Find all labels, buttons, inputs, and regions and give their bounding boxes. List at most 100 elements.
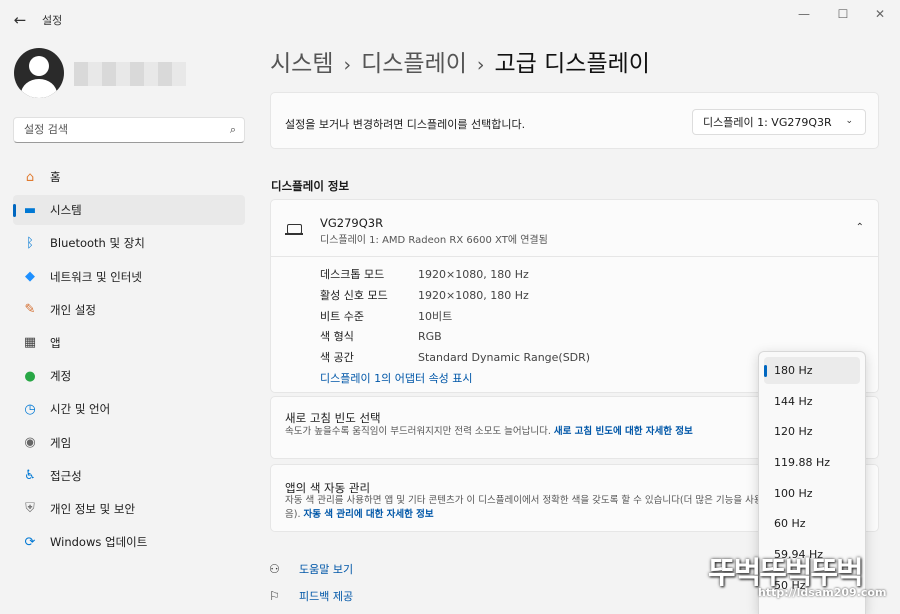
info-row: 활성 신호 모드 1920×1080, 180 Hz [320,285,590,306]
sidebar-item-4[interactable]: ✎ 개인 설정 [13,295,245,325]
sidebar-item-6[interactable]: ● 계정 [13,361,245,391]
refresh-rate-info-link[interactable]: 새로 고침 빈도에 대한 자세한 정보 [554,426,693,437]
auto-color-info-link[interactable]: 자동 색 관리에 대한 자세한 정보 [304,509,434,520]
info-value: Standard Dynamic Range(SDR) [418,350,591,364]
refresh-rate-option[interactable]: 100 Hz [764,480,860,507]
sidebar-item-1[interactable]: ▬ 시스템 [13,195,245,226]
feedback-icon: ⚐ [269,589,280,603]
display-info-title: 디스플레이 정보 [271,179,350,193]
sidebar-item-0[interactable]: ⌂ 홈 [13,162,245,192]
info-key: 데스크톱 모드 [320,268,385,282]
search-input[interactable] [24,123,214,136]
info-row: 비트 수준 10비트 [320,305,590,326]
chevron-down-icon: ⌄ [845,116,853,126]
monitor-icon: ▬ [23,202,37,218]
sidebar-item-2[interactable]: ᛒ Bluetooth 및 장치 [13,228,245,258]
info-row: 색 공간 Standard Dynamic Range(SDR) [320,347,590,368]
sidebar-item-label: 게임 [50,435,72,450]
breadcrumb-separator: › [343,54,352,76]
info-row: 색 형식 RGB [320,326,590,347]
display-select-label: 설정을 보거나 변경하려면 디스플레이를 선택합니다. [285,118,526,131]
gamepad-icon: ◉ [24,435,36,450]
monitor-connection: 디스플레이 1: AMD Radeon RX 6600 XT에 연결됨 [320,235,548,246]
info-value: 10비트 [418,309,453,323]
display-info-rows: 데스크톱 모드 1920×1080, 180 Hz 활성 신호 모드 1920×108… [320,264,590,367]
refresh-rate-desc-text: 속도가 높을수록 움직임이 부드러워지지만 전력 소모도 늘어납니다. [285,426,554,437]
home-icon: ⌂ [25,169,35,185]
wifi-icon: ◆ [25,269,35,285]
search-box[interactable]: ⌕ [13,117,245,143]
help-label: 도움말 보기 [299,563,354,576]
brush-icon: ✎ [24,302,36,318]
refresh-rate-option[interactable]: 180 Hz [764,357,860,384]
breadcrumb-system[interactable]: 시스템 [270,51,333,77]
info-value: RGB [418,329,442,343]
sidebar-item-3[interactable]: ◆ 네트워크 및 인터넷 [13,262,245,292]
bluetooth-icon: ᛒ [26,235,34,251]
sidebar-nav: ⌂ 홈 ▬ 시스템 ᛒ Bluetooth 및 장치 ◆ 네트워크 및 인터넷 ✎ 개인 설정 ▦ 앱… [13,162,245,560]
info-value: 1920×1080, 180 Hz [418,288,529,302]
update-icon: ⟳ [24,534,36,550]
back-arrow-icon: ← [13,11,27,29]
refresh-rate-option[interactable]: 120 Hz [764,418,860,445]
refresh-rate-option[interactable]: 50 Hz [764,572,860,599]
avatar-body [21,79,57,98]
back-button[interactable]: ← [8,8,32,32]
sidebar-item-label: 앱 [50,335,61,350]
close-button[interactable]: ✕ [860,4,900,24]
sidebar-item-5[interactable]: ▦ 앱 [13,328,245,358]
person-icon: ● [24,368,36,384]
auto-color-desc: 자동 색 관리를 사용하면 앱 및 기타 콘텐츠가 이 디스플레이에서 정확한 … [285,494,805,522]
refresh-rate-desc: 속도가 높을수록 움직임이 부드러워지지만 전력 소모도 늘어납니다. 새로 고… [285,425,765,439]
app-title: 설정 [42,14,63,27]
monitor-name: VG279Q3R [320,216,384,230]
display-select-value: 디스플레이 1: VG279Q3R [703,116,832,129]
display-info-header[interactable]: VG279Q3R 디스플레이 1: AMD Radeon RX 6600 XT에… [271,200,878,257]
avatar-head [29,56,49,76]
display-select-dropdown[interactable]: 디스플레이 1: VG279Q3R ⌄ [692,109,866,135]
help-link[interactable]: ⚇ 도움말 보기 [269,561,353,577]
shield-icon: ⛨ [25,501,35,517]
info-key: 활성 신호 모드 [320,289,388,303]
refresh-rate-option[interactable]: 60 Hz [764,510,860,537]
breadcrumb-display[interactable]: 디스플레이 [361,51,467,77]
breadcrumb-advanced-display: 고급 디스플레이 [494,51,650,77]
breadcrumb-separator: › [476,54,485,76]
maximize-button[interactable]: ☐ [823,4,863,24]
refresh-rate-dropdown[interactable]: 180 Hz 144 Hz 120 Hz 119.88 Hz 100 Hz 60 Hz 59… [758,351,866,614]
breadcrumb: 시스템 › 디스플레이 › 고급 디스플레이 [270,44,650,78]
refresh-rate-option[interactable]: 119.88 Hz [764,449,860,476]
sidebar-item-9[interactable]: ♿ 접근성 [13,461,245,491]
avatar[interactable] [14,48,64,98]
refresh-rate-option[interactable]: 144 Hz [764,388,860,415]
sidebar-item-7[interactable]: ◷ 시간 및 언어 [13,394,245,424]
info-key: 비트 수준 [320,309,364,323]
title-bar: ← 설정 — ☐ ✕ [0,0,900,40]
apps-icon: ▦ [23,335,37,351]
sidebar-item-8[interactable]: ◉ 게임 [13,428,245,458]
sidebar-item-label: 계정 [50,369,72,384]
sidebar-item-label: Windows 업데이트 [50,535,148,550]
refresh-rate-title: 새로 고침 빈도 선택 [285,411,381,425]
sidebar-item-label: Bluetooth 및 장치 [50,236,145,251]
sidebar-item-11[interactable]: ⟳ Windows 업데이트 [13,527,245,557]
maximize-icon: ☐ [837,7,849,21]
sidebar-item-label: 개인 정보 및 보안 [50,501,136,516]
minimize-icon: — [798,7,810,21]
info-row: 데스크톱 모드 1920×1080, 180 Hz [320,264,590,285]
sidebar-item-label: 홈 [50,170,61,184]
adapter-properties-link[interactable]: 디스플레이 1의 어댑터 속성 표시 [320,370,473,386]
help-icon: ⚇ [269,562,280,576]
feedback-label: 피드백 제공 [299,590,354,603]
sidebar-item-label: 시스템 [50,203,82,218]
clock-globe-icon: ◷ [24,401,36,417]
chevron-up-icon[interactable]: ⌃ [856,222,864,233]
sidebar-item-label: 개인 설정 [50,302,96,317]
sidebar-item-label: 접근성 [50,468,82,483]
info-value: 1920×1080, 180 Hz [418,267,529,281]
sidebar-item-10[interactable]: ⛨ 개인 정보 및 보안 [13,494,245,524]
search-icon[interactable]: ⌕ [230,123,236,137]
minimize-button[interactable]: — [784,4,824,24]
refresh-rate-option[interactable]: 59.94 Hz [764,541,860,568]
feedback-link[interactable]: ⚐ 피드백 제공 [269,588,353,604]
